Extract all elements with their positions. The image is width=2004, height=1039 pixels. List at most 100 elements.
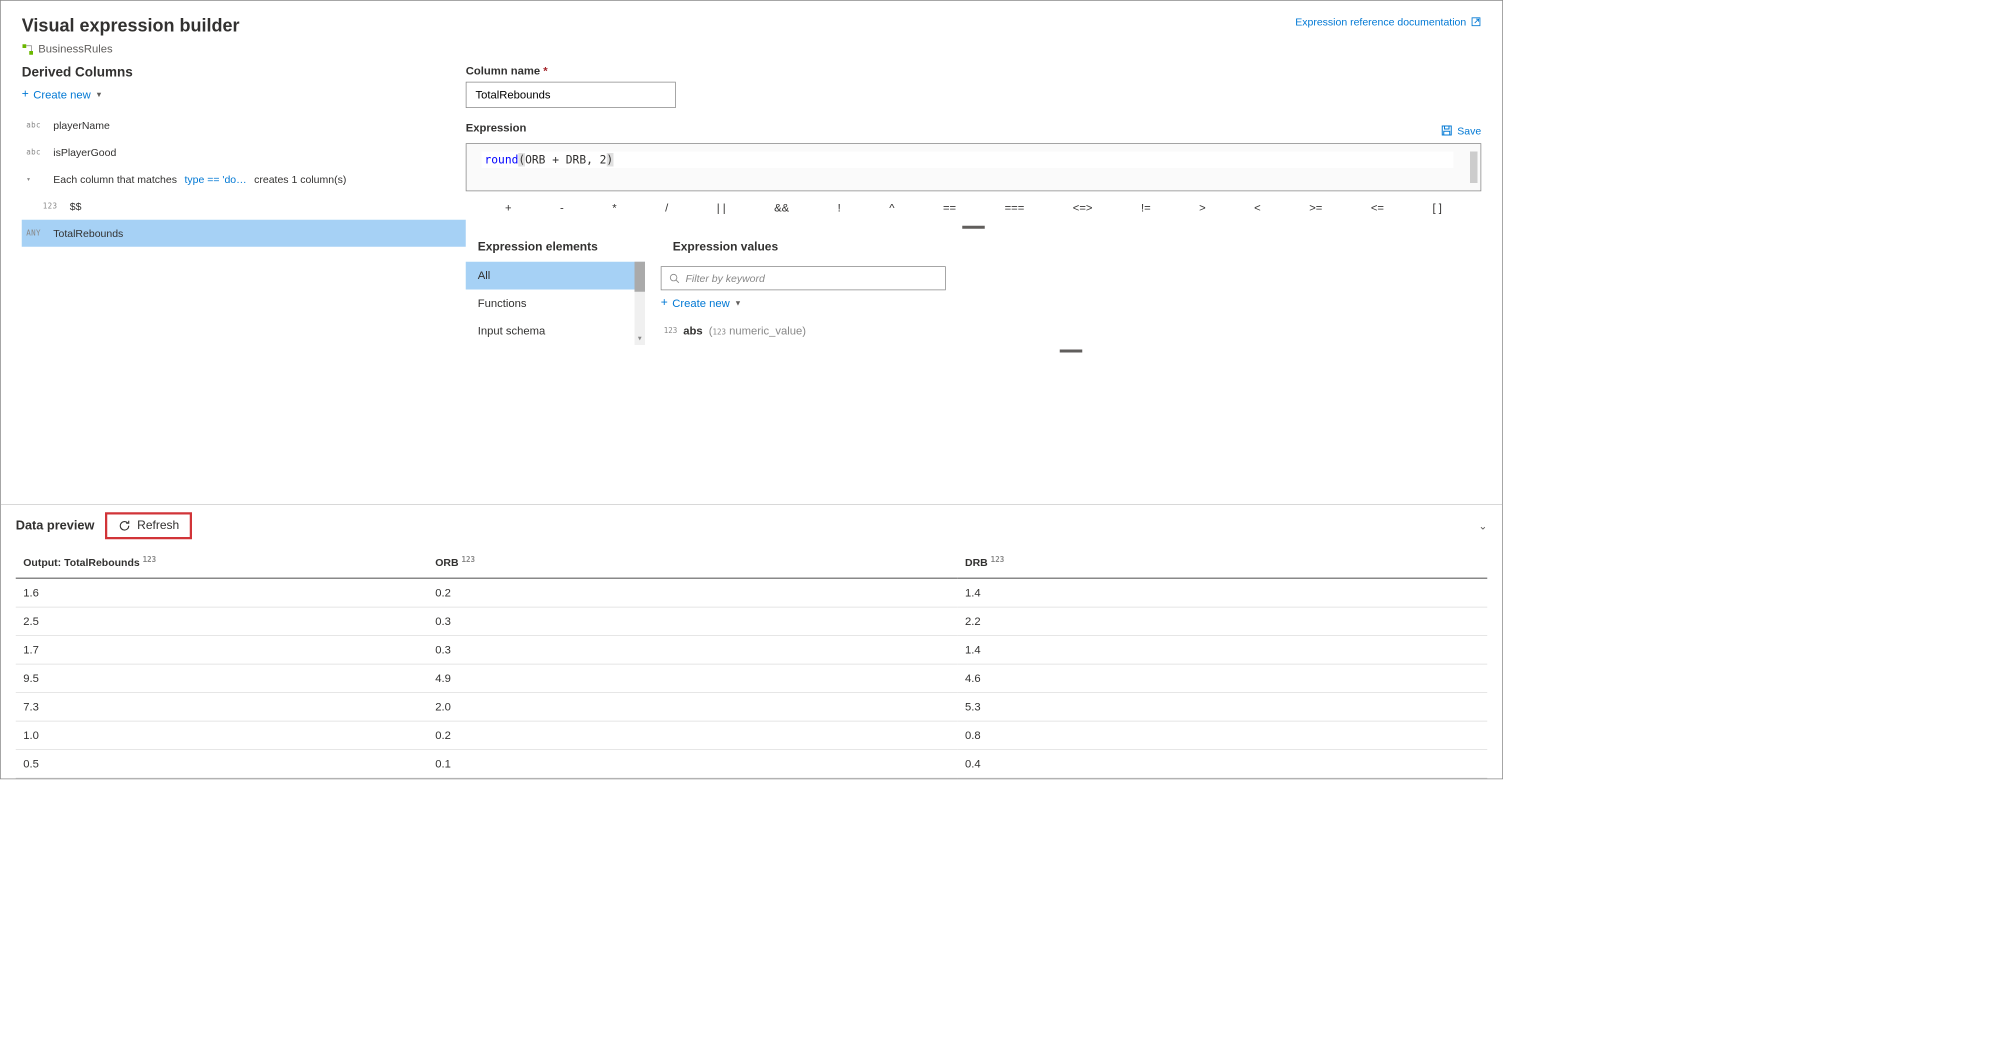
operator-button[interactable]: <=> [1067, 200, 1099, 216]
expression-label: Expression [466, 122, 527, 135]
table-cell: 9.5 [16, 664, 428, 693]
type-badge: abc [26, 148, 46, 156]
caret-down-icon: ▾ [26, 175, 46, 183]
table-cell: 0.8 [958, 721, 1488, 750]
table-cell: 0.2 [428, 578, 958, 607]
operator-button[interactable]: | | [711, 200, 732, 216]
table-row: 0.50.10.4 [16, 750, 1488, 779]
page-title: Visual expression builder [22, 16, 240, 37]
table-cell: 0.5 [16, 750, 428, 779]
scroll-down-icon[interactable]: ▾ [635, 335, 646, 346]
doc-link-label: Expression reference documentation [1295, 16, 1466, 28]
operator-bar: +-*/| |&&!^=====<=>!=><>=<=[ ] [466, 191, 1482, 226]
expression-elements-title: Expression elements [466, 233, 645, 262]
element-item-input-schema[interactable]: Input schema [466, 317, 645, 345]
table-cell: 5.3 [958, 693, 1488, 722]
operator-button[interactable]: >= [1303, 200, 1328, 216]
operator-button[interactable]: / [659, 200, 674, 216]
table-cell: 0.2 [428, 721, 958, 750]
table-cell: 4.6 [958, 664, 1488, 693]
column-name-label: Column name * [466, 65, 1482, 78]
collapse-button[interactable]: ⌄ [1478, 520, 1487, 533]
chevron-down-icon: ▼ [95, 90, 102, 98]
column-header[interactable]: Output: TotalRebounds 123 [16, 547, 428, 578]
table-row: 9.54.94.6 [16, 664, 1488, 693]
save-icon [1441, 124, 1453, 136]
column-item-dollar[interactable]: 123 $$ [22, 193, 466, 220]
refresh-icon [118, 519, 132, 533]
table-cell: 2.5 [16, 607, 428, 636]
type-badge: abc [26, 121, 46, 129]
external-link-icon [1471, 17, 1482, 28]
table-cell: 4.9 [428, 664, 958, 693]
data-preview-title: Data preview [16, 519, 95, 534]
type-badge: ANY [26, 229, 46, 237]
scrollbar[interactable] [1470, 152, 1478, 184]
drag-handle[interactable] [962, 226, 985, 229]
plus-icon: + [661, 296, 668, 310]
table-cell: 1.0 [16, 721, 428, 750]
operator-button[interactable]: != [1135, 200, 1157, 216]
element-item-functions[interactable]: Functions [466, 290, 645, 318]
operator-button[interactable]: [ ] [1426, 200, 1447, 216]
operator-button[interactable]: === [999, 200, 1031, 216]
doc-link[interactable]: Expression reference documentation [1295, 16, 1481, 28]
operator-button[interactable]: == [937, 200, 962, 216]
table-cell: 0.1 [428, 750, 958, 779]
column-item-totalrebounds[interactable]: ANY TotalRebounds [22, 220, 466, 247]
table-cell: 1.6 [16, 578, 428, 607]
column-item-isplayergood[interactable]: abc isPlayerGood [22, 139, 466, 166]
save-button[interactable]: Save [1441, 124, 1481, 136]
operator-button[interactable]: ! [832, 200, 847, 216]
table-cell: 1.4 [958, 578, 1488, 607]
table-row: 1.70.31.4 [16, 636, 1488, 665]
transform-name: BusinessRules [38, 43, 112, 56]
expression-editor[interactable]: round(ORB + DRB, 2) [466, 143, 1482, 191]
search-icon [669, 273, 680, 284]
table-cell: 1.7 [16, 636, 428, 665]
table-row: 2.50.32.2 [16, 607, 1488, 636]
table-row: 1.60.21.4 [16, 578, 1488, 607]
operator-button[interactable]: <= [1365, 200, 1390, 216]
table-cell: 0.3 [428, 636, 958, 665]
operator-button[interactable]: && [768, 200, 795, 216]
operator-button[interactable]: + [499, 200, 518, 216]
column-list: abc playerName abc isPlayerGood ▾ Each c… [22, 112, 466, 247]
element-item-all[interactable]: All [466, 262, 645, 290]
table-cell: 1.4 [958, 636, 1488, 665]
transform-icon [22, 43, 34, 55]
column-name-input[interactable] [466, 82, 676, 108]
scrollbar-thumb[interactable] [635, 262, 646, 292]
expression-values-title: Expression values [661, 233, 1482, 262]
scrollbar[interactable]: ▾ [635, 262, 646, 345]
function-item-abs[interactable]: 123 abs(123 numeric_value) [661, 320, 1482, 342]
table-row: 1.00.20.8 [16, 721, 1488, 750]
operator-button[interactable]: - [554, 200, 570, 216]
column-item-playername[interactable]: abc playerName [22, 112, 466, 139]
table-cell: 7.3 [16, 693, 428, 722]
column-header[interactable]: DRB 123 [958, 547, 1488, 578]
type-badge: 123 [43, 202, 63, 210]
type-badge: 123 [664, 327, 678, 335]
create-new-column-button[interactable]: + Create new ▼ [22, 88, 466, 102]
table-cell: 0.3 [428, 607, 958, 636]
chevron-down-icon: ⌄ [1478, 520, 1487, 532]
operator-button[interactable]: < [1248, 200, 1267, 216]
operator-button[interactable]: ^ [883, 200, 900, 216]
create-new-value-button[interactable]: + Create new ▼ [661, 296, 1482, 310]
refresh-button[interactable]: Refresh [105, 513, 192, 540]
drag-handle[interactable] [1060, 350, 1083, 353]
preview-table: Output: TotalRebounds 123ORB 123DRB 123 … [16, 547, 1488, 778]
plus-icon: + [22, 88, 29, 102]
operator-button[interactable]: * [606, 200, 622, 216]
column-header[interactable]: ORB 123 [428, 547, 958, 578]
derived-columns-title: Derived Columns [22, 65, 466, 81]
operator-button[interactable]: > [1193, 200, 1212, 216]
table-cell: 2.0 [428, 693, 958, 722]
column-match-row[interactable]: ▾ Each column that matches type == 'do… … [22, 166, 466, 193]
table-cell: 2.2 [958, 607, 1488, 636]
table-cell: 0.4 [958, 750, 1488, 779]
chevron-down-icon: ▼ [734, 299, 741, 307]
table-row: 7.32.05.3 [16, 693, 1488, 722]
filter-input[interactable]: Filter by keyword [661, 266, 946, 290]
